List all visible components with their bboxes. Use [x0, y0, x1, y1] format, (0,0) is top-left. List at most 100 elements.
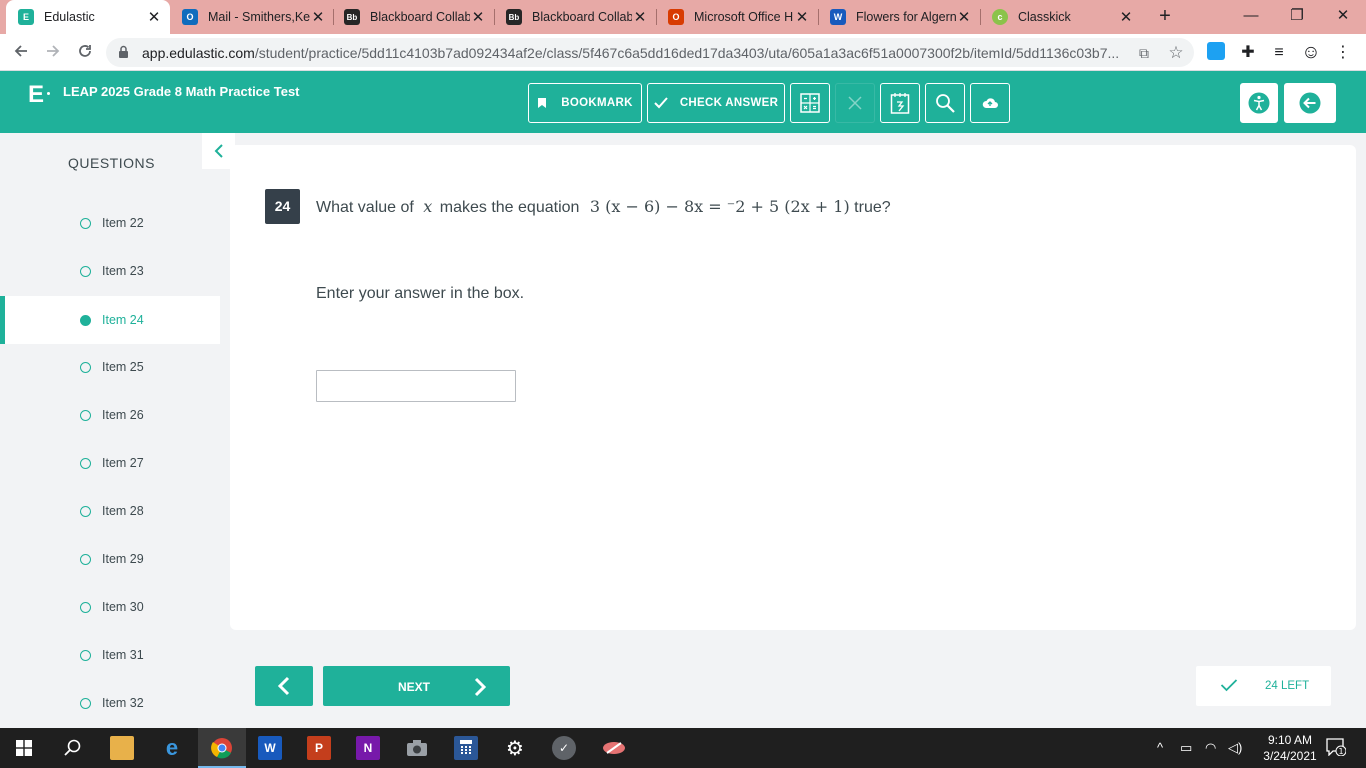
sidebar-item-label: Item 27	[102, 456, 144, 470]
bookmark-button[interactable]: BOOKMARK	[528, 83, 642, 123]
browser-tab-strip: E Edulastic ✕ O Mail - Smithers,Ke ✕ Bb …	[0, 0, 1366, 34]
eliminate-answer-button[interactable]	[835, 83, 875, 123]
camera-icon[interactable]	[405, 736, 429, 760]
tray-chevron-up-icon[interactable]: ^	[1157, 740, 1163, 755]
cross-out-icon	[848, 96, 862, 110]
close-tab-icon[interactable]: ✕	[956, 8, 972, 26]
search-icon[interactable]	[61, 736, 85, 760]
tab-title: Flowers for Algern	[856, 10, 956, 24]
check-answer-button[interactable]: CHECK ANSWER	[647, 83, 785, 123]
battery-icon[interactable]: ▭	[1180, 740, 1192, 756]
sidebar-item-29[interactable]: Item 29	[0, 535, 220, 583]
sidebar-item-23[interactable]: Item 23	[0, 247, 220, 295]
media-control-icon[interactable]: ≡	[1268, 42, 1290, 64]
sidebar-item-label: Item 26	[102, 408, 144, 422]
sidebar-item-26[interactable]: Item 26	[0, 391, 220, 439]
cloud-upload-icon	[982, 98, 998, 108]
sidebar-item-label: Item 28	[102, 504, 144, 518]
close-tab-icon[interactable]: ✕	[794, 8, 810, 26]
browser-tab-word-doc[interactable]: W Flowers for Algern ✕	[818, 0, 980, 34]
word-icon[interactable]: W	[258, 736, 282, 760]
chrome-icon[interactable]	[210, 736, 234, 760]
minimize-icon[interactable]: —	[1228, 0, 1274, 34]
status-circle-icon	[80, 553, 91, 565]
browser-tab-blackboard-2[interactable]: Bb Blackboard Collab ✕	[494, 0, 656, 34]
edge-icon[interactable]: e	[160, 735, 184, 760]
sidebar-item-31[interactable]: Item 31	[0, 631, 220, 679]
answer-input[interactable]	[316, 370, 516, 402]
browser-tab-blackboard-1[interactable]: Bb Blackboard Collab ✕	[332, 0, 494, 34]
sidebar-item-32[interactable]: Item 32	[0, 679, 220, 727]
accessibility-button[interactable]	[1240, 83, 1278, 123]
logo-dot	[47, 92, 50, 95]
sidebar-item-label: Item 22	[102, 216, 144, 230]
close-tab-icon[interactable]: ✕	[1118, 8, 1134, 26]
windows-start-icon[interactable]	[12, 736, 36, 760]
clock-date: 3/24/2021	[1263, 749, 1317, 763]
extension-cloud-icon[interactable]	[1205, 42, 1227, 64]
settings-gear-icon[interactable]: ⚙	[503, 736, 527, 760]
edulastic-favicon-icon: E	[18, 9, 34, 25]
close-tab-icon[interactable]: ✕	[470, 8, 486, 26]
browser-tab-classkick[interactable]: c Classkick ✕	[980, 0, 1142, 34]
edulastic-logo-icon: E	[28, 81, 45, 108]
notifications-icon[interactable]: 1	[1326, 738, 1347, 759]
office-favicon-icon: O	[668, 9, 684, 25]
file-explorer-icon[interactable]	[110, 736, 134, 760]
browser-tab-edulastic[interactable]: E Edulastic ✕	[6, 0, 170, 34]
volume-icon[interactable]: ◁)	[1228, 740, 1242, 756]
restore-icon[interactable]: ❐	[1274, 0, 1320, 34]
tab-title: Edulastic	[44, 10, 95, 24]
sidebar-item-label: Item 30	[102, 600, 144, 614]
sidebar-item-28[interactable]: Item 28	[0, 487, 220, 535]
scratchpad-button[interactable]	[880, 83, 920, 123]
profile-avatar-icon[interactable]: ☺	[1300, 42, 1322, 64]
browser-tab-mail[interactable]: O Mail - Smithers,Ke ✕	[170, 0, 334, 34]
wifi-icon[interactable]: ◠	[1205, 740, 1216, 756]
calculator-button[interactable]	[790, 83, 830, 123]
sidebar-item-30[interactable]: Item 30	[0, 583, 220, 631]
answer-prompt: Enter your answer in the box.	[316, 285, 525, 302]
sidebar-item-label: Item 29	[102, 552, 144, 566]
menu-dots-icon[interactable]: ⋮	[1332, 42, 1354, 64]
check-answer-label: CHECK ANSWER	[679, 97, 779, 109]
url-host: app.edulastic.com	[142, 45, 255, 61]
save-upload-button[interactable]	[970, 83, 1010, 123]
close-window-icon[interactable]: ✕	[1320, 0, 1366, 34]
extensions-puzzle-icon[interactable]: ✚	[1237, 42, 1259, 64]
close-tab-icon[interactable]: ✕	[146, 8, 162, 26]
close-tab-icon[interactable]: ✕	[632, 8, 648, 26]
screen-clock-icon[interactable]: ✓	[552, 736, 576, 760]
system-clock[interactable]: 9:10 AM 3/24/2021	[1255, 732, 1325, 764]
questions-left-indicator[interactable]: 24 LEFT	[1196, 666, 1331, 706]
address-bar[interactable]: app.edulastic.com/student/practice/5dd11…	[106, 38, 1194, 67]
status-circle-filled-icon	[80, 314, 91, 326]
status-circle-icon	[80, 505, 91, 517]
outlook-favicon-icon: O	[182, 9, 198, 25]
sidebar-item-27[interactable]: Item 27	[0, 439, 220, 487]
next-label: NEXT	[398, 680, 431, 694]
browser-tab-office[interactable]: O Microsoft Office H ✕	[656, 0, 818, 34]
calculator-app-icon[interactable]	[454, 736, 478, 760]
back-arrow-icon[interactable]	[8, 40, 34, 66]
reload-icon[interactable]	[72, 40, 98, 66]
next-button[interactable]: NEXT	[323, 666, 510, 706]
sidebar-item-label: Item 31	[102, 648, 144, 662]
sidebar-item-25[interactable]: Item 25	[0, 343, 220, 391]
translate-icon[interactable]: ⧉	[1134, 43, 1154, 63]
sidebar-item-24[interactable]: Item 24	[0, 296, 220, 344]
snipping-tool-icon[interactable]	[602, 736, 626, 760]
exit-test-button[interactable]	[1284, 83, 1336, 123]
sidebar-item-label: Item 24	[102, 313, 144, 327]
forward-arrow-icon[interactable]	[40, 40, 66, 66]
bookmark-star-icon[interactable]: ☆	[1166, 43, 1186, 63]
previous-button[interactable]	[255, 666, 313, 706]
sidebar-item-22[interactable]: Item 22	[0, 199, 220, 247]
tab-title: Blackboard Collab	[532, 10, 632, 24]
close-tab-icon[interactable]: ✕	[310, 8, 326, 26]
new-tab-icon[interactable]: +	[1153, 5, 1177, 29]
equation-negative-sign: ⁻	[726, 197, 736, 216]
onenote-icon[interactable]: N	[356, 736, 380, 760]
powerpoint-icon[interactable]: P	[307, 736, 331, 760]
magnifier-button[interactable]	[925, 83, 965, 123]
